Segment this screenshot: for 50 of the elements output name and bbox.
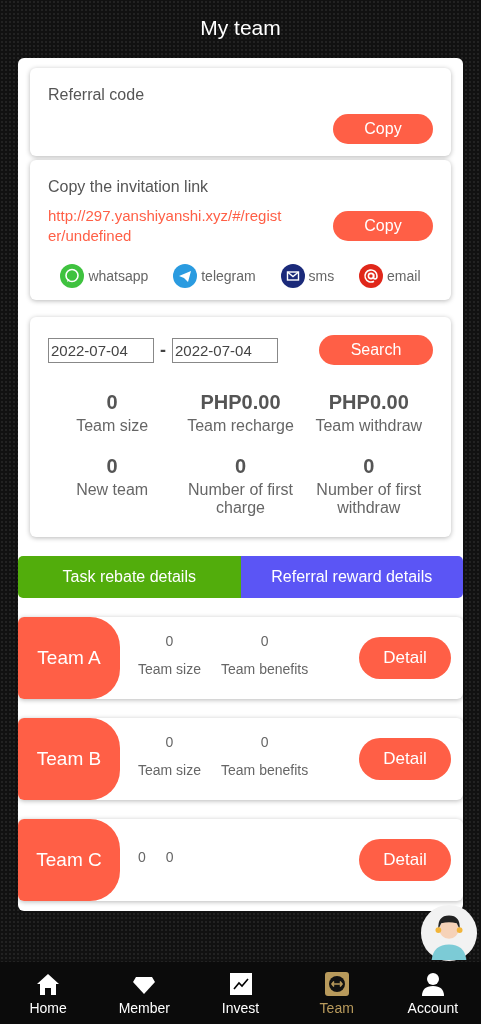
invitation-label: Copy the invitation link	[48, 178, 210, 196]
arrows-icon	[323, 970, 350, 997]
stat-value: PHP0.00	[327, 391, 410, 414]
stat-label: Team withdraw	[314, 417, 424, 435]
stat-label: Team size	[75, 417, 150, 435]
share-option[interactable]: telegram	[173, 264, 256, 288]
team-size-value: 0	[164, 633, 175, 649]
team-badge: Team A	[18, 617, 120, 699]
stat-value: 0	[362, 455, 376, 478]
stat-label: Team recharge	[186, 417, 295, 435]
details-tab[interactable]: Referral reward details	[240, 556, 463, 598]
date-separator: -	[160, 339, 166, 361]
at-sign-icon	[359, 264, 384, 288]
share-option[interactable]: sms	[280, 264, 335, 288]
team-size-label: Team size	[138, 661, 202, 677]
nav-tab[interactable]: Invest	[192, 962, 289, 1024]
chart-icon	[227, 970, 254, 997]
share-option[interactable]: email	[359, 264, 421, 288]
invitation-link[interactable]: http://297.yanshiyanshi.xyz/#/register/undefined	[48, 206, 288, 246]
stat-label: New team	[75, 481, 150, 499]
nav-tab[interactable]: Team	[288, 962, 385, 1024]
team-benefits-label: Team benefits	[221, 661, 309, 677]
nav-tab[interactable]: Member	[96, 962, 193, 1024]
referral-label: Referral code	[48, 86, 146, 104]
support-avatar-icon[interactable]	[420, 904, 478, 962]
stat-value: 0	[233, 455, 248, 478]
paper-plane-icon	[173, 264, 198, 288]
person-icon	[419, 970, 446, 997]
team-benefits-label: Team benefits	[221, 762, 309, 778]
stat-value: 0	[105, 391, 119, 414]
stat-label: Number of first charge	[187, 481, 294, 517]
stat-value: 0	[105, 455, 119, 478]
start-date-field[interactable]: 2022-07-04	[48, 337, 154, 363]
nav-tab[interactable]: Account	[384, 962, 481, 1024]
team-size-label: Team size	[138, 762, 202, 778]
stat-label: Number of first withdraw	[315, 481, 423, 517]
chat-bubble-icon	[60, 264, 85, 288]
team-badge: Team C	[18, 819, 120, 901]
team-benefits-value: 0	[259, 734, 270, 750]
page-title: My team	[199, 15, 282, 41]
team-benefits-value: 0	[165, 849, 174, 865]
share-option[interactable]: whatsapp	[60, 264, 149, 288]
nav-tab[interactable]: Home	[0, 962, 97, 1024]
envelope-icon	[280, 264, 305, 288]
team-size-value: 0	[138, 849, 146, 865]
team-size-value: 0	[164, 734, 175, 750]
team-benefits-value: 0	[259, 633, 270, 649]
stat-value: PHP0.00	[199, 391, 282, 414]
team-badge: Team B	[18, 718, 120, 800]
end-date-field[interactable]: 2022-07-04	[172, 337, 278, 363]
